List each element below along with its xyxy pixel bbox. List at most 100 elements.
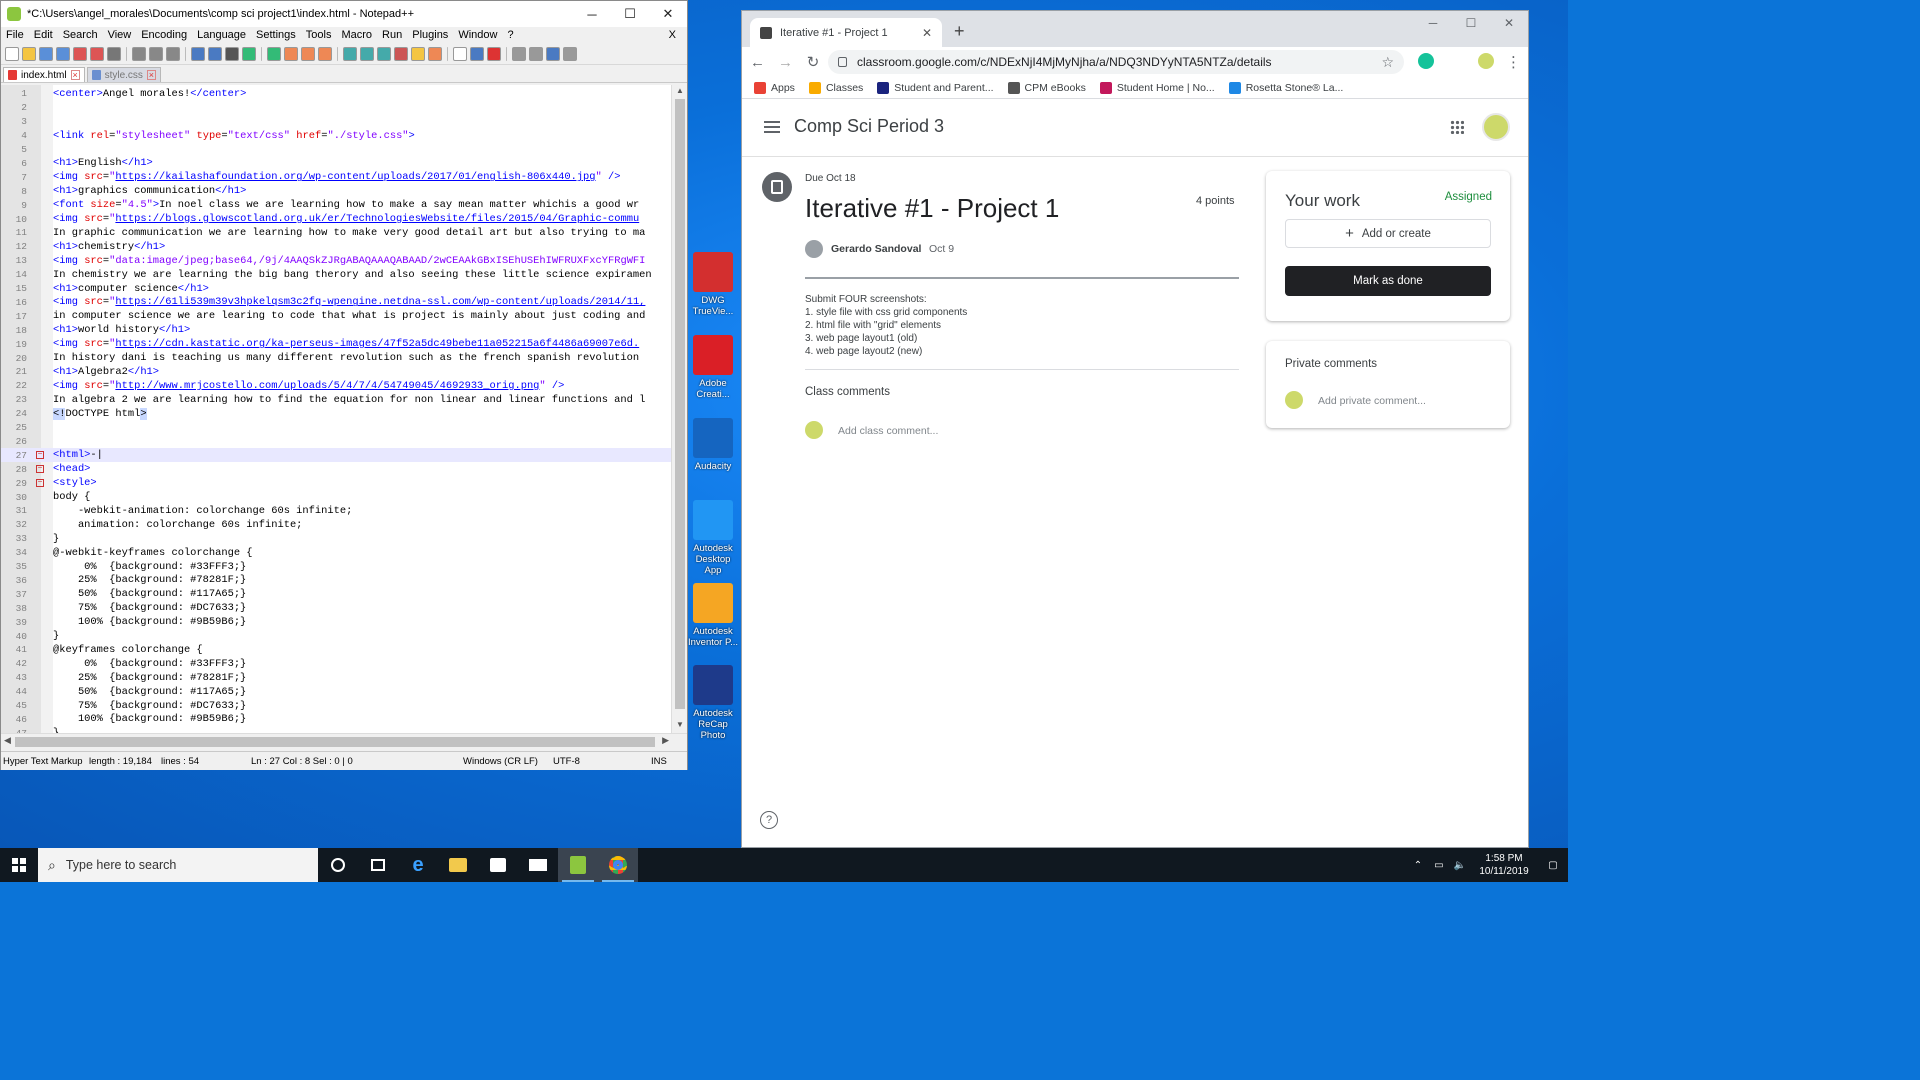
code-line[interactable]: 23 In algebra 2 we are learning how to fi…: [1, 393, 671, 407]
code-line[interactable]: 4 <link rel="stylesheet" type="text/css" …: [1, 129, 671, 143]
bookmark-item[interactable]: CPM eBooks: [1007, 81, 1086, 94]
scroll-up-icon[interactable]: ▲: [672, 86, 688, 98]
code-line[interactable]: 6 <h1>English</h1>: [1, 157, 671, 171]
scroll-left-icon[interactable]: ◀: [4, 735, 11, 746]
code-line[interactable]: 47}: [1, 726, 671, 733]
code-line[interactable]: 29− <style>: [1, 476, 671, 490]
toolbar-icon[interactable]: [5, 46, 19, 61]
code-line[interactable]: 16 <img src="https://61li539m39v3hpkelqsm…: [1, 296, 671, 310]
code-line[interactable]: 21 <h1>Algebra2</h1>: [1, 365, 671, 379]
code-line[interactable]: 44 50% {background: #117A65;}: [1, 685, 671, 699]
code-line[interactable]: 13 <img src="data:image/jpeg;base64,/9j/4…: [1, 254, 671, 268]
tab-index-html[interactable]: index.html ×: [3, 67, 85, 82]
code-line[interactable]: 8 <h1>graphics communication</h1>: [1, 184, 671, 198]
desktop-shortcut[interactable]: DWG TrueVie...: [687, 252, 739, 317]
toolbar-icon[interactable]: [242, 46, 256, 61]
toolbar-icon[interactable]: [301, 46, 315, 61]
close-button[interactable]: ✕: [649, 1, 687, 27]
code-line[interactable]: 15 <h1>computer science</h1>: [1, 282, 671, 296]
tab-close-icon[interactable]: ×: [146, 70, 156, 80]
edge-icon[interactable]: e: [398, 848, 438, 882]
fold-minus-icon[interactable]: −: [36, 451, 44, 460]
code-line[interactable]: 9 <font size="4.5">In noel class we are l…: [1, 198, 671, 212]
close-document-button[interactable]: X: [664, 29, 681, 41]
toolbar-icon[interactable]: [394, 46, 408, 61]
menu-item-run[interactable]: Run: [377, 29, 407, 41]
code-line[interactable]: 27− <html>-|: [1, 448, 671, 463]
code-line[interactable]: 25: [1, 421, 671, 435]
toolbar-icon[interactable]: [208, 46, 222, 61]
code-line[interactable]: 33}: [1, 532, 671, 546]
code-line[interactable]: 39 100% {background: #9B59B6;}: [1, 615, 671, 629]
toolbar-icon[interactable]: [39, 46, 53, 61]
code-line[interactable]: 24 <!DOCTYPE html>: [1, 407, 671, 421]
toolbar-icon[interactable]: [90, 46, 104, 61]
browser-tab[interactable]: Iterative #1 - Project 1 ✕: [750, 18, 942, 47]
bookmark-item[interactable]: Student and Parent...: [877, 81, 994, 94]
code-line[interactable]: 46 100% {background: #9B59B6;}: [1, 713, 671, 727]
code-token[interactable]: https://61li539m39v3hpkelqsm3c2fq-wpengi…: [115, 296, 645, 308]
toolbar-icon[interactable]: [563, 46, 577, 61]
fold-marker[interactable]: −: [27, 479, 53, 488]
code-line[interactable]: 2: [1, 101, 671, 115]
code-line[interactable]: 14 In chemistry we are learning the big b…: [1, 268, 671, 282]
code-line[interactable]: 26: [1, 435, 671, 449]
help-icon[interactable]: ?: [760, 811, 778, 829]
toolbar-icon[interactable]: [73, 46, 87, 61]
menu-item-plugins[interactable]: Plugins: [407, 29, 453, 41]
code-line[interactable]: 43 25% {background: #78281F;}: [1, 671, 671, 685]
menu-item-tools[interactable]: Tools: [301, 29, 337, 41]
code-line[interactable]: 18 <h1>world history</h1>: [1, 323, 671, 337]
toolbar-icon[interactable]: [360, 46, 374, 61]
profile-avatar-icon[interactable]: [1478, 53, 1494, 69]
menu-item-language[interactable]: Language: [192, 29, 251, 41]
menu-item-view[interactable]: View: [103, 29, 137, 41]
show-hidden-icons-icon[interactable]: ⌃: [1414, 860, 1422, 871]
chrome-menu-icon[interactable]: ⋮: [1506, 53, 1521, 71]
toolbar-icon[interactable]: [512, 46, 526, 61]
toolbar-icon[interactable]: [318, 46, 332, 61]
notifications-icon[interactable]: ▢: [1538, 860, 1568, 871]
taskbar-search[interactable]: ⌕ Type here to search: [38, 848, 318, 882]
toolbar-icon[interactable]: [411, 46, 425, 61]
tab-close-icon[interactable]: ×: [70, 70, 80, 80]
desktop-shortcut[interactable]: Adobe Creati...: [687, 335, 739, 400]
code-line[interactable]: 34 @-webkit-keyframes colorchange {: [1, 546, 671, 560]
tab-close-icon[interactable]: ✕: [922, 26, 932, 40]
code-line[interactable]: 30 body {: [1, 490, 671, 504]
grammarly-icon[interactable]: [1418, 53, 1434, 69]
menu-item-search[interactable]: Search: [58, 29, 103, 41]
code-line[interactable]: 17 in computer science we are learing to …: [1, 309, 671, 323]
task-view-icon[interactable]: [358, 848, 398, 882]
toolbar-icon[interactable]: [22, 46, 36, 61]
code-token[interactable]: https://blogs.glowscotland.org.uk/er/Tec…: [115, 213, 639, 225]
fold-minus-icon[interactable]: −: [36, 479, 44, 488]
code-token[interactable]: https://kailashafoundation.org/wp-conten…: [115, 171, 595, 183]
code-line[interactable]: 11 In graphic communication we are learni…: [1, 226, 671, 240]
menu-item-edit[interactable]: Edit: [29, 29, 58, 41]
toolbar-icon[interactable]: [487, 46, 501, 61]
add-or-create-button[interactable]: + Add or create: [1285, 219, 1491, 248]
toolbar-icon[interactable]: [191, 46, 205, 61]
minimize-button[interactable]: ─: [1414, 11, 1452, 35]
code-line[interactable]: 12 <h1>chemistry</h1>: [1, 240, 671, 254]
toolbar-icon[interactable]: [166, 46, 180, 61]
code-line[interactable]: 19 <img src="https://cdn.kastatic.org/ka-…: [1, 337, 671, 351]
notepad-title-bar[interactable]: *C:\Users\angel_morales\Documents\comp s…: [1, 1, 687, 27]
code-line[interactable]: 1 <center>Angel morales!</center>: [1, 87, 671, 101]
desktop-shortcut[interactable]: Autodesk ReCap Photo: [687, 665, 739, 741]
vertical-scrollbar[interactable]: ▲ ▼: [671, 85, 687, 733]
menu-item-[interactable]: ?: [502, 29, 518, 41]
horizontal-scrollbar[interactable]: ◀ ▶: [1, 733, 687, 749]
hamburger-menu-icon[interactable]: [764, 121, 780, 133]
scroll-thumb[interactable]: [675, 99, 685, 709]
menu-item-window[interactable]: Window: [453, 29, 502, 41]
fold-marker[interactable]: −: [27, 451, 53, 460]
class-name[interactable]: Comp Sci Period 3: [794, 116, 944, 137]
private-comment-input[interactable]: Add private comment...: [1318, 395, 1426, 407]
toolbar-icon[interactable]: [107, 46, 121, 61]
code-line[interactable]: 40}: [1, 629, 671, 643]
bookmark-item[interactable]: Student Home | No...: [1099, 81, 1215, 94]
code-editor[interactable]: 1 <center>Angel morales!</center> 2 3 4 <link…: [1, 85, 687, 733]
code-line[interactable]: 28− <head>: [1, 462, 671, 476]
